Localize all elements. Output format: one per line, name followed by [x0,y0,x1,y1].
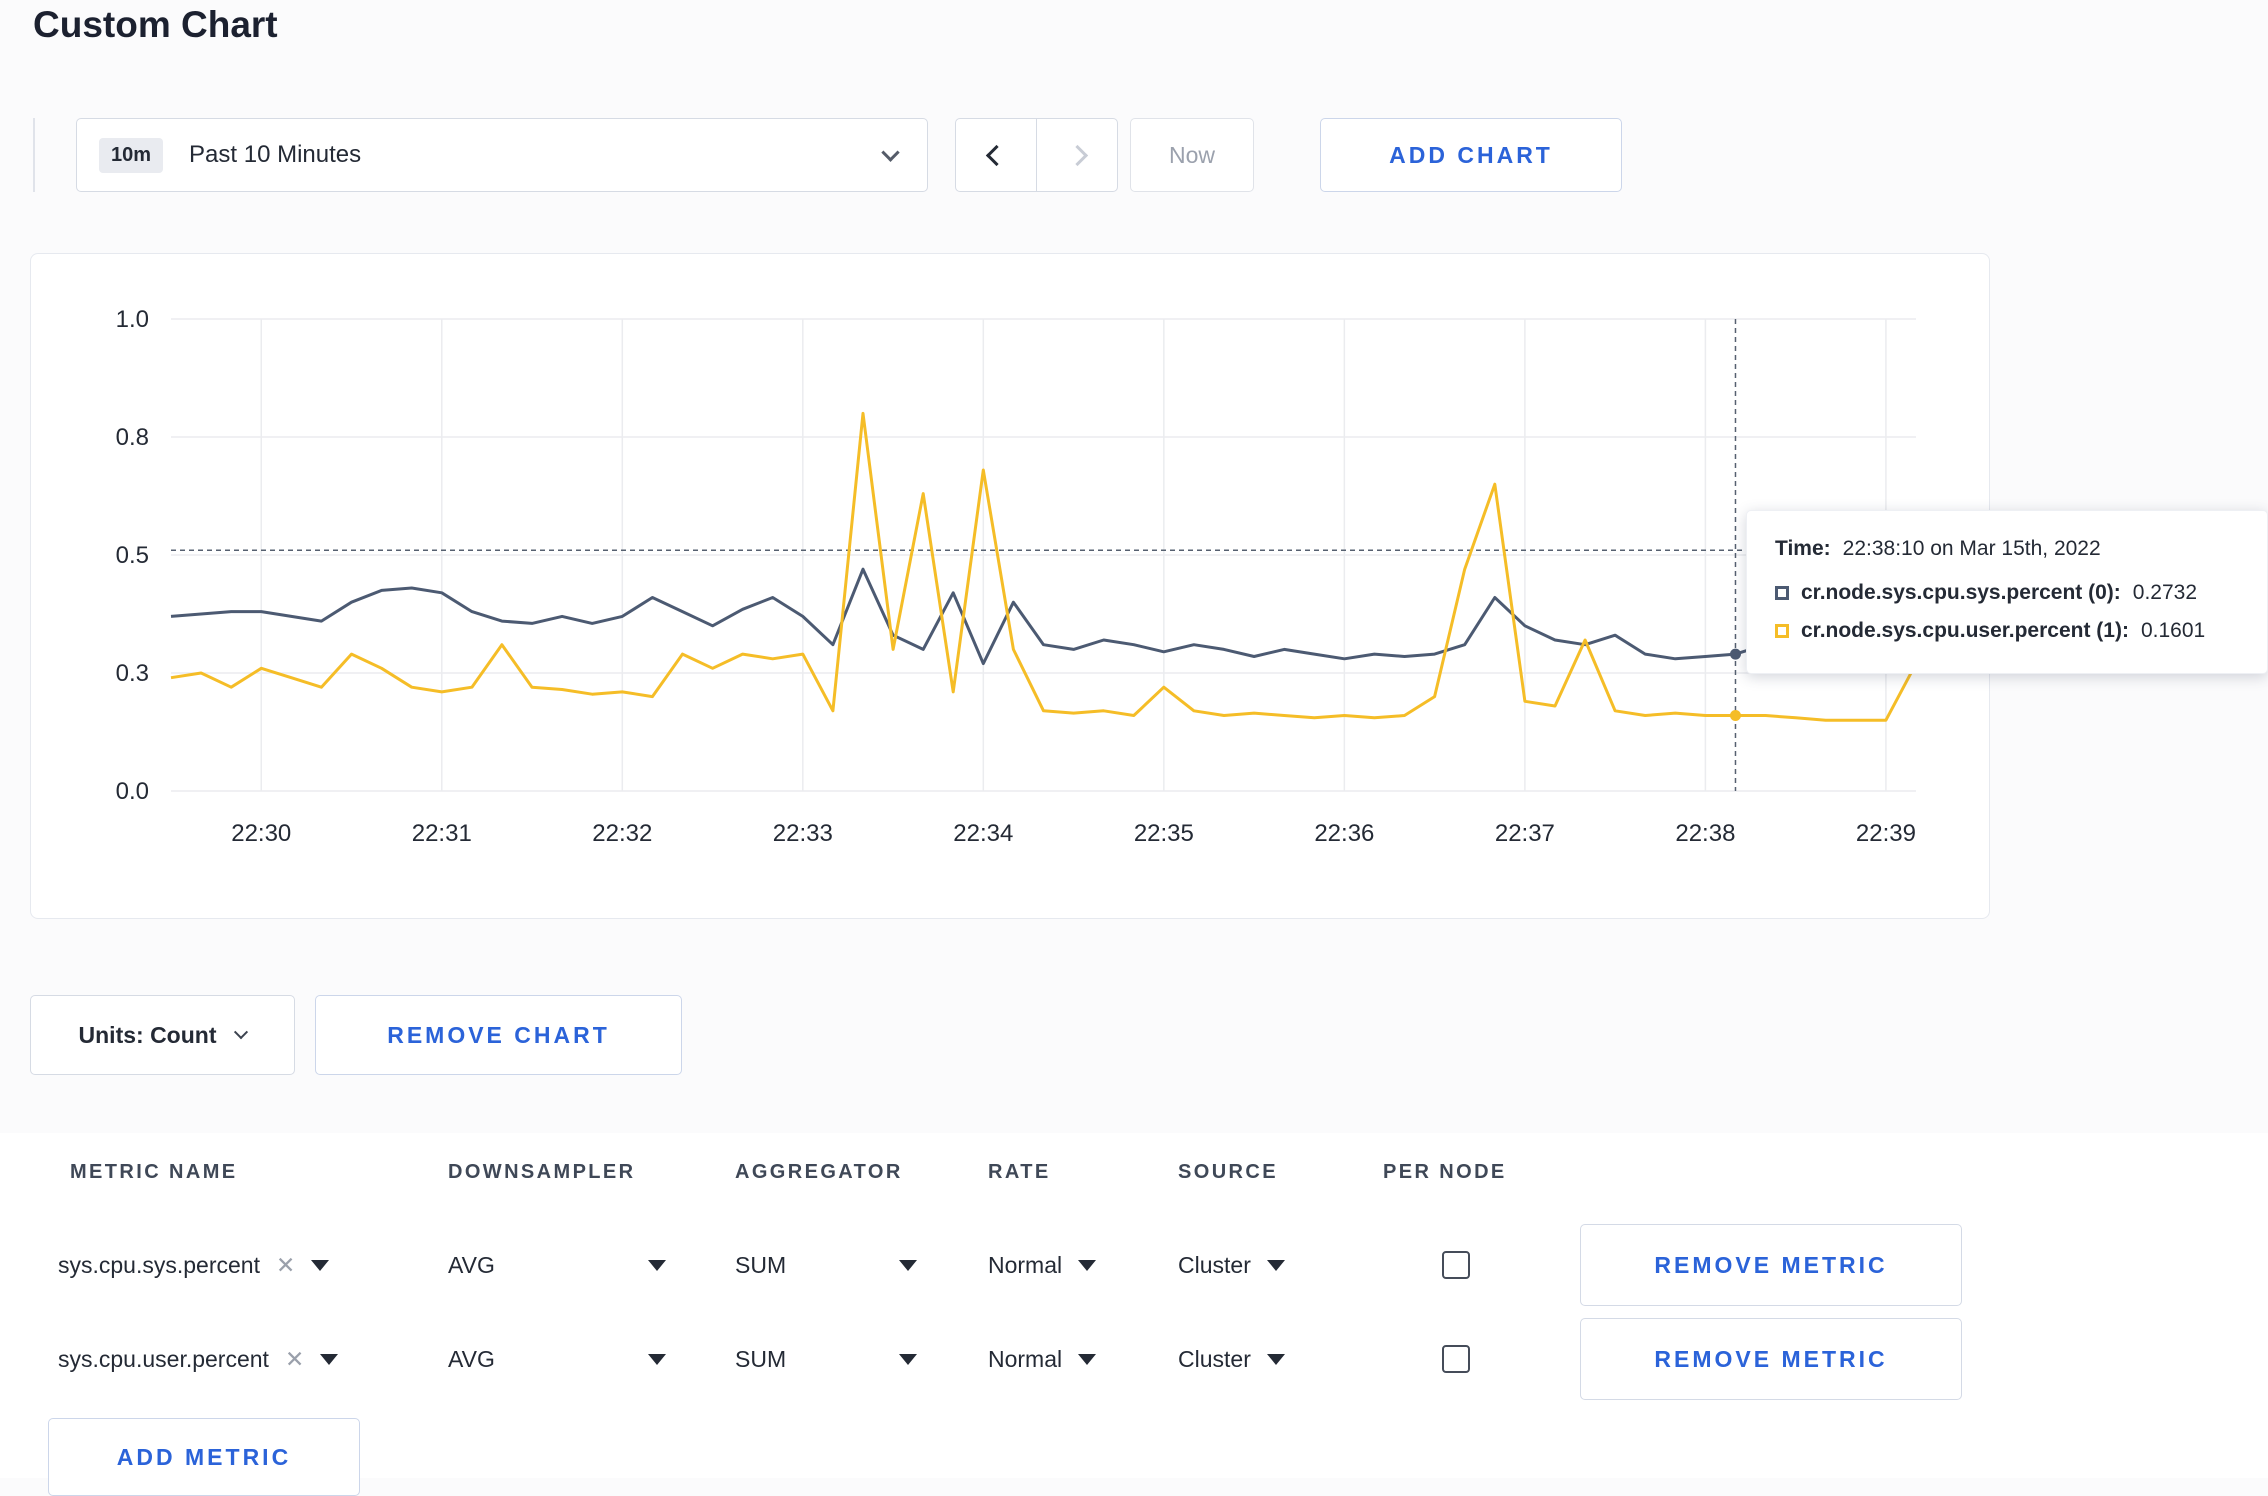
aggregator-value: SUM [735,1251,787,1278]
clear-icon[interactable]: ✕ [276,1252,295,1279]
rate-select[interactable]: Normal [988,1346,1178,1373]
svg-text:1.0: 1.0 [116,306,149,333]
svg-text:22:39: 22:39 [1856,820,1916,847]
now-button[interactable]: Now [1130,118,1254,192]
caret-down-icon [1078,1353,1097,1365]
time-window-badge: 10m [99,137,164,173]
svg-text:0.5: 0.5 [116,542,149,569]
remove-metric-button[interactable]: REMOVE METRIC [1580,1224,1962,1306]
clear-icon[interactable]: ✕ [285,1346,304,1373]
chart-svg[interactable]: 0.0 0.3 0.5 0.8 1.0 22:30 22:31 22:32 22:33 22:34… [31,254,1989,918]
tooltip-entry: cr.node.sys.cpu.user.percent (1): 0.1601 [1775,619,2239,643]
page-title: Custom Chart [33,4,278,45]
table-rows: sys.cpu.sys.percent ✕ AVG SUM Normal Clu… [0,1218,2268,1406]
downsampler-value: AVG [448,1345,495,1372]
units-select[interactable]: Units: Count [30,995,295,1075]
col-header-source: SOURCE [1178,1161,1278,1183]
svg-text:0.8: 0.8 [116,424,149,451]
caret-down-icon [648,1353,666,1365]
chevron-right-icon [1066,144,1088,166]
downsampler-select[interactable]: AVG [448,1252,666,1279]
chevron-down-icon [881,142,900,162]
col-header-rate: RATE [988,1161,1051,1183]
source-value: Cluster [1178,1345,1251,1372]
caret-down-icon [311,1259,330,1271]
tooltip-series-name: cr.node.sys.cpu.user.percent (1): [1801,619,2129,642]
tooltip-series-value: 0.1601 [2140,619,2206,642]
downsampler-value: AVG [448,1251,495,1278]
svg-text:22:31: 22:31 [412,820,472,847]
time-range-select[interactable]: 10m Past 10 Minutes [76,118,928,192]
svg-text:22:33: 22:33 [773,820,833,847]
metric-name-value: sys.cpu.sys.percent [58,1251,260,1278]
svg-text:22:32: 22:32 [592,820,652,847]
time-next-button[interactable] [1036,118,1118,192]
svg-text:22:38: 22:38 [1675,820,1735,847]
tooltip-series-value: 0.2732 [2132,581,2198,604]
caret-down-icon [320,1353,339,1365]
series-swatch-user [1775,624,1789,638]
remove-metric-button[interactable]: REMOVE METRIC [1580,1318,1962,1400]
table-row: sys.cpu.sys.percent ✕ AVG SUM Normal Clu… [0,1218,2268,1312]
time-nav-group [955,118,1118,192]
tooltip-series-name: cr.node.sys.cpu.sys.percent (0): [1801,581,2121,604]
svg-text:22:30: 22:30 [231,820,291,847]
tooltip-entry: cr.node.sys.cpu.sys.percent (0): 0.2732 [1775,581,2239,605]
source-select[interactable]: Cluster [1178,1252,1383,1279]
svg-text:0.3: 0.3 [116,660,149,687]
svg-text:0.0: 0.0 [116,778,149,805]
caret-down-icon [1078,1259,1097,1271]
aggregator-select[interactable]: SUM [735,1252,917,1279]
time-window-label: Past 10 Minutes [189,141,362,168]
remove-chart-button[interactable]: REMOVE CHART [315,995,682,1075]
tooltip-time-value: 22:38:10 on Mar 15th, 2022 [1842,537,2101,560]
metric-name-select[interactable]: sys.cpu.sys.percent ✕ [58,1252,448,1279]
series-swatch-sys [1775,586,1789,600]
rate-value: Normal [988,1345,1063,1372]
add-chart-button[interactable]: ADD CHART [1320,118,1622,192]
metrics-table: METRIC NAME DOWNSAMPLER AGGREGATOR RATE … [0,1133,2268,1496]
svg-text:22:37: 22:37 [1495,820,1555,847]
rate-select[interactable]: Normal [988,1252,1178,1279]
chevron-down-icon [234,1025,249,1040]
col-header-aggregator: AGGREGATOR [735,1161,903,1183]
time-prev-button[interactable] [955,118,1037,192]
rate-value: Normal [988,1251,1063,1278]
units-label: Units: Count [78,1021,217,1048]
chart-panel: 0.0 0.3 0.5 0.8 1.0 22:30 22:31 22:32 22:33 22:34… [30,253,2268,919]
svg-text:22:34: 22:34 [953,820,1013,847]
table-header-row: METRIC NAME DOWNSAMPLER AGGREGATOR RATE … [0,1161,2268,1184]
aggregator-select[interactable]: SUM [735,1346,917,1373]
col-header-downsampler: DOWNSAMPLER [448,1161,636,1183]
caret-down-icon [899,1259,917,1271]
source-value: Cluster [1178,1251,1251,1278]
add-metric-button[interactable]: ADD METRIC [48,1418,360,1496]
aggregator-value: SUM [735,1345,787,1372]
toolbar-divider [33,118,35,192]
caret-down-icon [648,1259,666,1271]
chevron-left-icon [985,144,1007,166]
col-header-metric-name: METRIC NAME [70,1161,238,1183]
chart-tooltip: Time: 22:38:10 on Mar 15th, 2022 cr.node.… [1746,510,2268,674]
caret-down-icon [899,1353,917,1365]
source-select[interactable]: Cluster [1178,1346,1383,1373]
col-header-per-node: PER NODE [1383,1161,1507,1183]
metric-name-select[interactable]: sys.cpu.user.percent ✕ [58,1346,448,1373]
caret-down-icon [1266,1353,1285,1365]
svg-text:22:35: 22:35 [1134,820,1194,847]
svg-text:22:36: 22:36 [1314,820,1374,847]
caret-down-icon [1266,1259,1285,1271]
metric-name-value: sys.cpu.user.percent [58,1345,269,1372]
per-node-checkbox[interactable] [1441,1345,1470,1373]
per-node-checkbox[interactable] [1441,1251,1470,1279]
tooltip-time-label: Time: [1775,537,1831,560]
table-row: sys.cpu.user.percent ✕ AVG SUM Normal Cl… [0,1312,2268,1406]
downsampler-select[interactable]: AVG [448,1346,666,1373]
